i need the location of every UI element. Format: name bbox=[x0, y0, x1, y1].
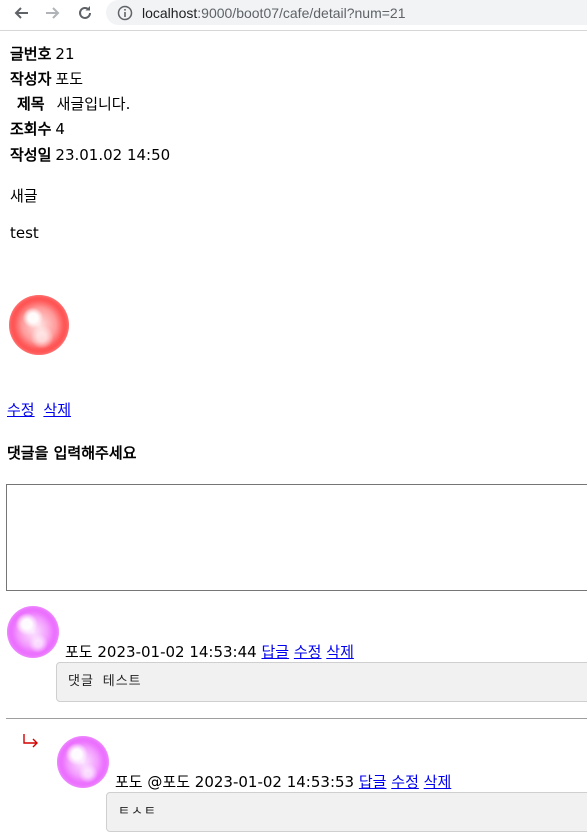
url-path: :9000/boot07/cafe/detail?num=21 bbox=[197, 4, 406, 21]
reply-link[interactable]: 답글 bbox=[359, 773, 387, 791]
edit-post-link[interactable]: 수정 bbox=[7, 401, 35, 419]
post-date-value: 23.01.02 14:50 bbox=[55, 146, 171, 164]
comment-avatar bbox=[57, 736, 109, 788]
comment-content: ㅌㅅㅌ bbox=[106, 792, 587, 832]
delete-comment-link[interactable]: 삭제 bbox=[326, 643, 354, 661]
post-num-row: 글번호 21 bbox=[10, 44, 75, 64]
comment-writer: 포도 bbox=[65, 643, 93, 661]
post-date-row: 작성일 23.01.02 14:50 bbox=[10, 145, 170, 165]
post-views-value: 4 bbox=[55, 120, 65, 138]
post-num-value: 21 bbox=[55, 45, 75, 63]
post-writer-label: 작성자 bbox=[10, 70, 52, 88]
post-body-line: 새글 bbox=[10, 187, 38, 205]
reply-arrow-icon bbox=[23, 734, 38, 748]
url-host: localhost bbox=[142, 4, 198, 21]
delete-post-link[interactable]: 삭제 bbox=[43, 401, 71, 419]
post-views-row: 조회수 4 bbox=[10, 119, 65, 139]
post-title-label: 제목 bbox=[17, 95, 45, 113]
address-bar[interactable]: localhost:9000/boot07/cafe/detail?num=21 bbox=[106, 0, 587, 25]
edit-comment-link[interactable]: 수정 bbox=[391, 773, 419, 791]
post-writer-row: 작성자 포도 bbox=[10, 69, 83, 89]
post-writer-value: 포도 bbox=[55, 70, 84, 88]
post-title-value: 새글입니다. bbox=[56, 95, 131, 113]
browser-toolbar: localhost:9000/boot07/cafe/detail?num=21 bbox=[0, 0, 587, 31]
post-views-label: 조회수 bbox=[10, 120, 52, 138]
back-arrow-icon[interactable] bbox=[6, 0, 36, 25]
forward-arrow-icon[interactable] bbox=[38, 0, 68, 25]
edit-comment-link[interactable]: 수정 bbox=[294, 643, 322, 661]
comment-header: 포도 2023-01-02 14:53:44 답글 수정 삭제 bbox=[65, 642, 354, 662]
comment-form-heading: 댓글을 입력해주세요 bbox=[7, 444, 137, 462]
post-body-line: test bbox=[10, 224, 39, 242]
post-title-row: 제목 새글입니다. bbox=[17, 94, 130, 114]
comment-input[interactable] bbox=[6, 484, 587, 591]
comment-avatar bbox=[7, 606, 59, 658]
delete-comment-link[interactable]: 삭제 bbox=[424, 773, 452, 791]
url-text: localhost:9000/boot07/cafe/detail?num=21 bbox=[142, 5, 406, 21]
post-actions: 수정 삭제 bbox=[7, 400, 71, 420]
comment-header: 포도 @포도 2023-01-02 14:53:53 답글 수정 삭제 bbox=[115, 772, 451, 792]
comment-content: 댓글 테스트 bbox=[56, 662, 587, 702]
comment-date: 2023-01-02 14:53:44 bbox=[97, 643, 257, 661]
post-num-label: 글번호 bbox=[10, 45, 52, 63]
post-image bbox=[9, 295, 69, 355]
comment-target: @포도 bbox=[147, 773, 190, 791]
comment-date: 2023-01-02 14:53:53 bbox=[194, 773, 355, 791]
comment-writer: 포도 bbox=[115, 773, 143, 791]
post-date-label: 작성일 bbox=[10, 146, 52, 164]
info-icon[interactable] bbox=[116, 4, 134, 22]
reload-icon[interactable] bbox=[70, 0, 100, 25]
comment-divider bbox=[6, 718, 587, 719]
reply-link[interactable]: 답글 bbox=[261, 643, 289, 661]
